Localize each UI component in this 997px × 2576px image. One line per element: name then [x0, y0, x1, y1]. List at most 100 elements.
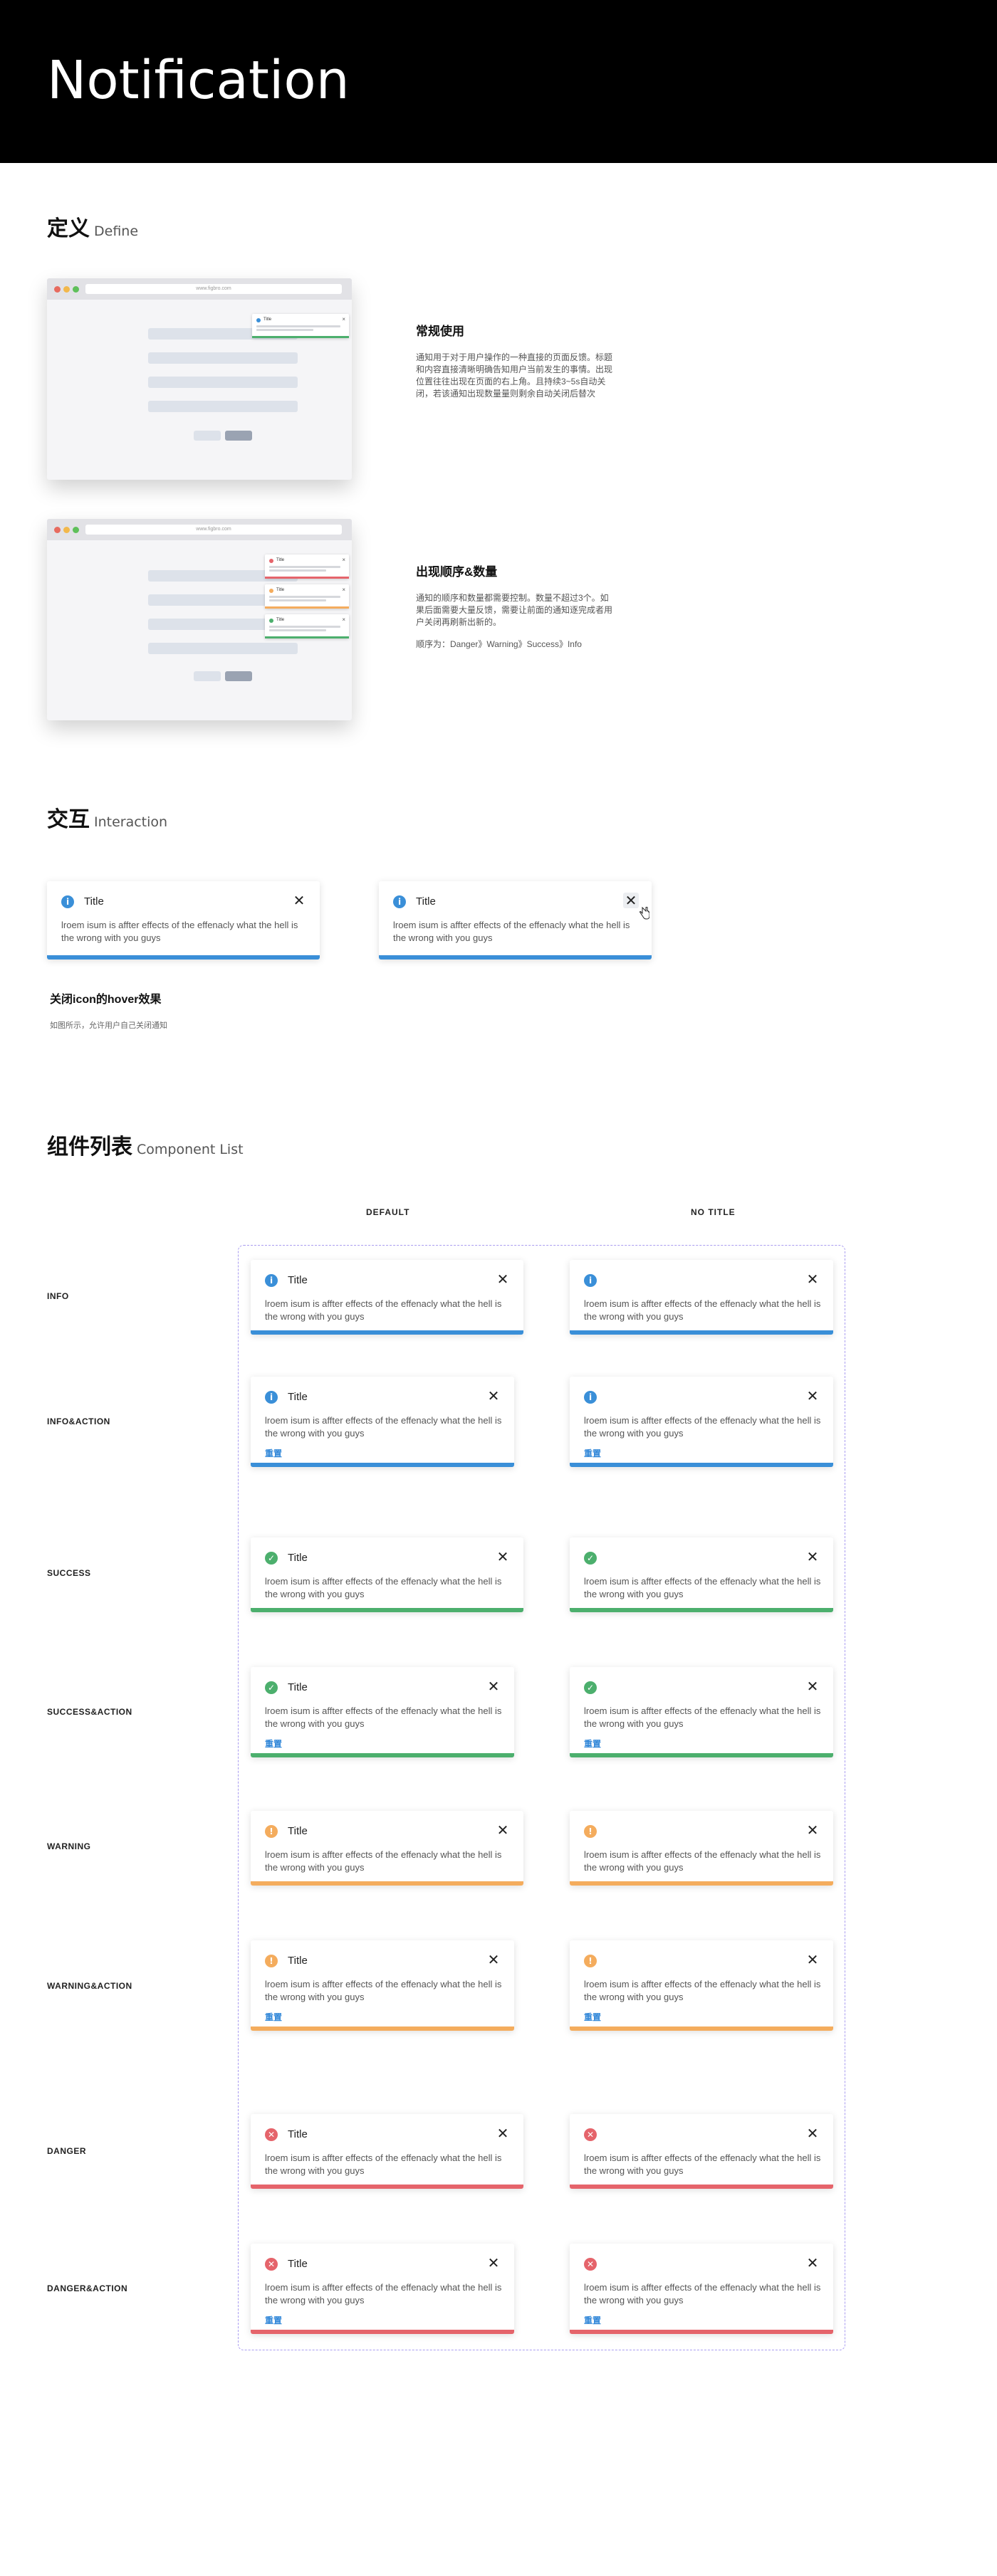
close-icon[interactable]: ✕: [805, 1549, 820, 1565]
action-link[interactable]: 重置: [265, 2314, 282, 2326]
button-placeholder-light: [194, 671, 221, 681]
close-icon[interactable]: ✕: [486, 1678, 501, 1694]
notification-card-success-action-default: ✓ Title ✕ lroem isum is affter effects of t…: [251, 1667, 514, 1757]
text-line: [269, 566, 340, 568]
interaction-title-en: Interaction: [94, 814, 168, 830]
notification-body: lroem isum is affter effects of the effe…: [265, 2152, 502, 2176]
notification-title: Title: [288, 1391, 308, 1403]
form-field-placeholder: [148, 377, 298, 388]
notification-title: Title: [288, 1681, 308, 1693]
info-icon: i: [584, 1391, 597, 1404]
notification-body: lroem isum is affter effects of the effe…: [265, 1576, 502, 1599]
status-bar: [379, 955, 652, 960]
action-link[interactable]: 重置: [584, 2011, 601, 2023]
row-label: DANGER: [47, 2146, 87, 2156]
notification-card-info-action-no-title: i ✕ lroem isum is affter effects of the ef…: [570, 1377, 833, 1467]
close-icon[interactable]: ✕: [291, 893, 307, 908]
notification-body: lroem isum is affter effects of the effe…: [584, 2152, 821, 2176]
order-heading: 出现顺序&数量: [416, 565, 498, 579]
text-line: [269, 626, 340, 628]
notification-card-success-default: ✓ Title ✕ lroem isum is affter effects of t…: [251, 1537, 523, 1612]
notification-card-warning-no-title: ! ✕ lroem isum is affter effects of the ef…: [570, 1811, 833, 1886]
close-icon[interactable]: ✕: [495, 1822, 511, 1838]
component-list-section-title: 组件列表 Component List: [47, 1129, 244, 1160]
status-bar: [570, 1753, 833, 1757]
mini-title: Title: [276, 618, 285, 622]
define-title-en: Define: [94, 224, 139, 239]
status-bar: [265, 577, 349, 579]
notification-body: lroem isum is affter effects of the effe…: [584, 1705, 821, 1729]
action-link[interactable]: 重置: [265, 1738, 282, 1750]
close-icon[interactable]: ✕: [486, 2255, 501, 2271]
hand-cursor-icon: [640, 907, 649, 920]
action-link[interactable]: 重置: [265, 2011, 282, 2023]
maximize-dot-icon: [73, 286, 79, 293]
danger-icon: ✕: [265, 2128, 278, 2141]
hover-effect-desc: 如图所示，允许用户自己关闭通知: [50, 1021, 167, 1030]
status-bar: [570, 1881, 833, 1886]
mini-notification-warning: Title ×: [265, 584, 349, 609]
column-label-default: DEFAULT: [366, 1207, 410, 1217]
notification-body: lroem isum is affter effects of the effe…: [265, 2282, 502, 2306]
success-icon: ✓: [584, 1681, 597, 1694]
browser-url: www.figbro.com: [85, 284, 342, 294]
action-link[interactable]: 重置: [584, 1738, 601, 1750]
close-icon[interactable]: ✕: [486, 1388, 501, 1404]
minimize-dot-icon: [63, 527, 70, 533]
notification-card-interaction-default: i Title ✕ lroem isum is affter effects o…: [47, 881, 320, 960]
component-list-title-en: Component List: [137, 1142, 244, 1157]
success-icon: ✓: [265, 1552, 278, 1565]
close-icon-hovered[interactable]: ✕: [623, 893, 639, 908]
close-icon[interactable]: ✕: [805, 1678, 820, 1694]
action-link[interactable]: 重置: [265, 1447, 282, 1459]
close-icon[interactable]: ✕: [805, 2255, 820, 2271]
notification-body: lroem isum is affter effects of the effe…: [265, 1298, 502, 1322]
close-icon[interactable]: ✕: [805, 1271, 820, 1287]
row-label: INFO&ACTION: [47, 1416, 110, 1426]
close-icon[interactable]: ✕: [495, 1271, 511, 1287]
status-bar: [252, 336, 349, 338]
close-icon[interactable]: ✕: [495, 1549, 511, 1565]
component-list-title-zh: 组件列表: [47, 1135, 132, 1160]
text-line: [269, 629, 326, 631]
status-bar: [251, 1753, 514, 1757]
action-link[interactable]: 重置: [584, 1447, 601, 1459]
browser-url: www.figbro.com: [85, 525, 342, 535]
row-label: WARNING: [47, 1841, 91, 1851]
notification-title: Title: [288, 2128, 308, 2140]
close-icon[interactable]: ✕: [805, 1822, 820, 1838]
text-line: [256, 325, 340, 327]
danger-icon: ✕: [265, 2258, 278, 2271]
status-bar: [265, 636, 349, 638]
notification-body: lroem isum is affter effects of the effe…: [265, 1849, 502, 1873]
close-icon[interactable]: ✕: [805, 2125, 820, 2141]
status-bar: [570, 2026, 833, 2031]
close-icon[interactable]: ✕: [805, 1952, 820, 1967]
row-label: DANGER&ACTION: [47, 2283, 128, 2293]
close-icon[interactable]: ✕: [486, 1952, 501, 1967]
notification-title: Title: [288, 1274, 308, 1286]
notification-body: lroem isum is affter effects of the effe…: [265, 1705, 502, 1729]
text-line: [256, 329, 313, 331]
close-icon[interactable]: ✕: [495, 2125, 511, 2141]
action-link[interactable]: 重置: [584, 2314, 601, 2326]
order-sequence: 顺序为：Danger》Warning》Success》Info: [416, 639, 582, 649]
notification-body: lroem isum is affter effects of the effe…: [584, 1298, 821, 1322]
browser-toolbar: www.figbro.com: [47, 519, 352, 540]
status-bar: [251, 1881, 523, 1886]
order-text: 通知的顺序和数量都需要控制。数量不超过3个。如果后面需要大量反馈，需要让前面的通…: [416, 593, 613, 627]
notification-body: lroem isum is affter effects of the effe…: [584, 1979, 821, 2002]
notification-body: lroem isum is affter effects of the effe…: [584, 1576, 821, 1599]
notification-title: Title: [416, 895, 436, 908]
notification-body: lroem isum is affter effects of the effe…: [584, 2282, 821, 2306]
define-title-zh: 定义: [47, 216, 90, 241]
browser-mockup-regular: www.figbro.com Title ×: [47, 278, 352, 480]
close-icon: ×: [342, 557, 345, 563]
status-bar: [251, 2026, 514, 2031]
order-description: 出现顺序&数量 通知的顺序和数量都需要控制。数量不超过3个。如果后面需要大量反馈…: [416, 562, 615, 651]
close-icon[interactable]: ✕: [805, 1388, 820, 1404]
success-icon: ✓: [584, 1552, 597, 1565]
text-line: [269, 599, 326, 601]
form-field-placeholder: [148, 401, 298, 412]
notification-body: lroem isum is affter effects of the effe…: [393, 920, 630, 943]
